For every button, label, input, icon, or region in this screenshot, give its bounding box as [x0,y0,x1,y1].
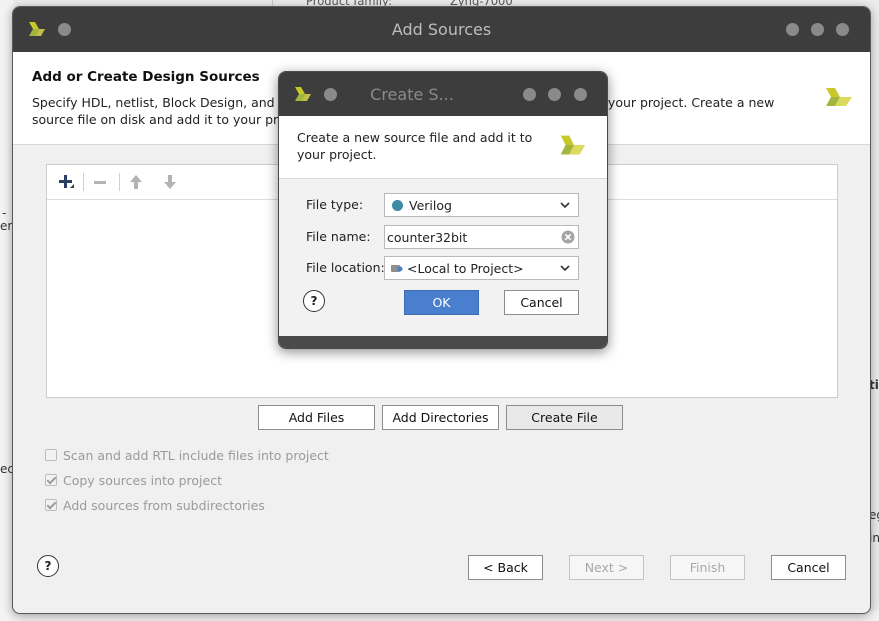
copy-sources-checkbox[interactable] [45,474,57,486]
file-location-select[interactable]: <Local to Project> [384,256,579,280]
scan-rtl-option[interactable]: Scan and add RTL include files into proj… [45,446,329,464]
help-icon[interactable]: ? [37,555,59,577]
finish-label: Finish [689,560,726,575]
file-name-input[interactable]: counter32bit [384,225,579,249]
copy-sources-label: Copy sources into project [63,472,222,488]
create-file-label: Create File [531,410,598,425]
clear-icon[interactable] [561,230,575,244]
header-title: Add or Create Design Sources [32,69,260,85]
create-cancel-label: Cancel [520,295,563,310]
file-location-label: File location: [306,260,385,275]
window-title: Add Sources [391,20,492,39]
file-type-value: Verilog [409,197,452,213]
vivado-logo-icon [826,88,852,106]
finish-button[interactable]: Finish [670,555,745,580]
file-type-label: File type: [306,197,364,212]
toolbar-separator [119,173,120,191]
add-subdirectories-checkbox[interactable] [45,499,57,511]
file-location-value: <Local to Project> [407,260,524,276]
add-files-button[interactable]: Add Files [258,405,375,430]
create-dialog-description: Create a new source file and add it to y… [297,130,533,162]
minimize-icon[interactable] [523,88,536,101]
back-label: < Back [483,560,528,575]
copy-sources-option[interactable]: Copy sources into project [45,471,222,489]
chevron-down-icon[interactable] [560,263,570,273]
move-down-icon[interactable] [159,171,181,193]
background-left-fragment: er [0,219,13,233]
ok-label: OK [432,295,451,310]
maximize-icon[interactable] [811,23,824,36]
minimize-icon[interactable] [786,23,799,36]
next-button[interactable]: Next > [569,555,644,580]
move-up-icon[interactable] [125,171,147,193]
add-directories-label: Add Directories [392,410,489,425]
background-left-fragment: - [2,206,7,220]
verilog-icon [392,199,403,211]
title-bar[interactable]: Add Sources [13,7,870,52]
chevron-down-icon[interactable] [560,200,570,210]
add-subdirectories-option[interactable]: Add sources from subdirectories [45,496,265,514]
create-source-file-dialog: Create S... Create a new source file and… [278,71,608,349]
cancel-label: Cancel [787,560,830,575]
scan-rtl-label: Scan and add RTL include files into proj… [63,447,329,463]
file-type-select[interactable]: Verilog [384,193,579,217]
vivado-logo-icon [560,135,586,155]
create-dialog-title: Create S... [370,85,454,104]
scan-rtl-checkbox[interactable] [45,449,57,461]
add-files-label: Add Files [288,410,345,425]
maximize-icon[interactable] [548,88,561,101]
create-dialog-bottom-border [279,336,607,348]
create-dialog-title-bar[interactable]: Create S... [279,72,607,116]
close-icon[interactable] [574,88,587,101]
folder-icon [391,265,403,272]
remove-icon[interactable] [89,171,111,193]
file-name-label: File name: [306,229,371,244]
add-icon[interactable] [55,171,77,193]
create-cancel-button[interactable]: Cancel [504,290,579,315]
add-subdirectories-label: Add sources from subdirectories [63,497,265,513]
create-file-button[interactable]: Create File [506,405,623,430]
ok-button[interactable]: OK [404,290,479,315]
cancel-button[interactable]: Cancel [771,555,846,580]
close-icon[interactable] [836,23,849,36]
next-label: Next > [584,560,629,575]
back-button[interactable]: < Back [468,555,543,580]
create-dialog-header: Create a new source file and add it to y… [279,116,607,179]
file-name-value: counter32bit [387,229,468,245]
help-icon[interactable]: ? [303,290,325,312]
toolbar-separator [83,173,84,191]
add-directories-button[interactable]: Add Directories [382,405,499,430]
